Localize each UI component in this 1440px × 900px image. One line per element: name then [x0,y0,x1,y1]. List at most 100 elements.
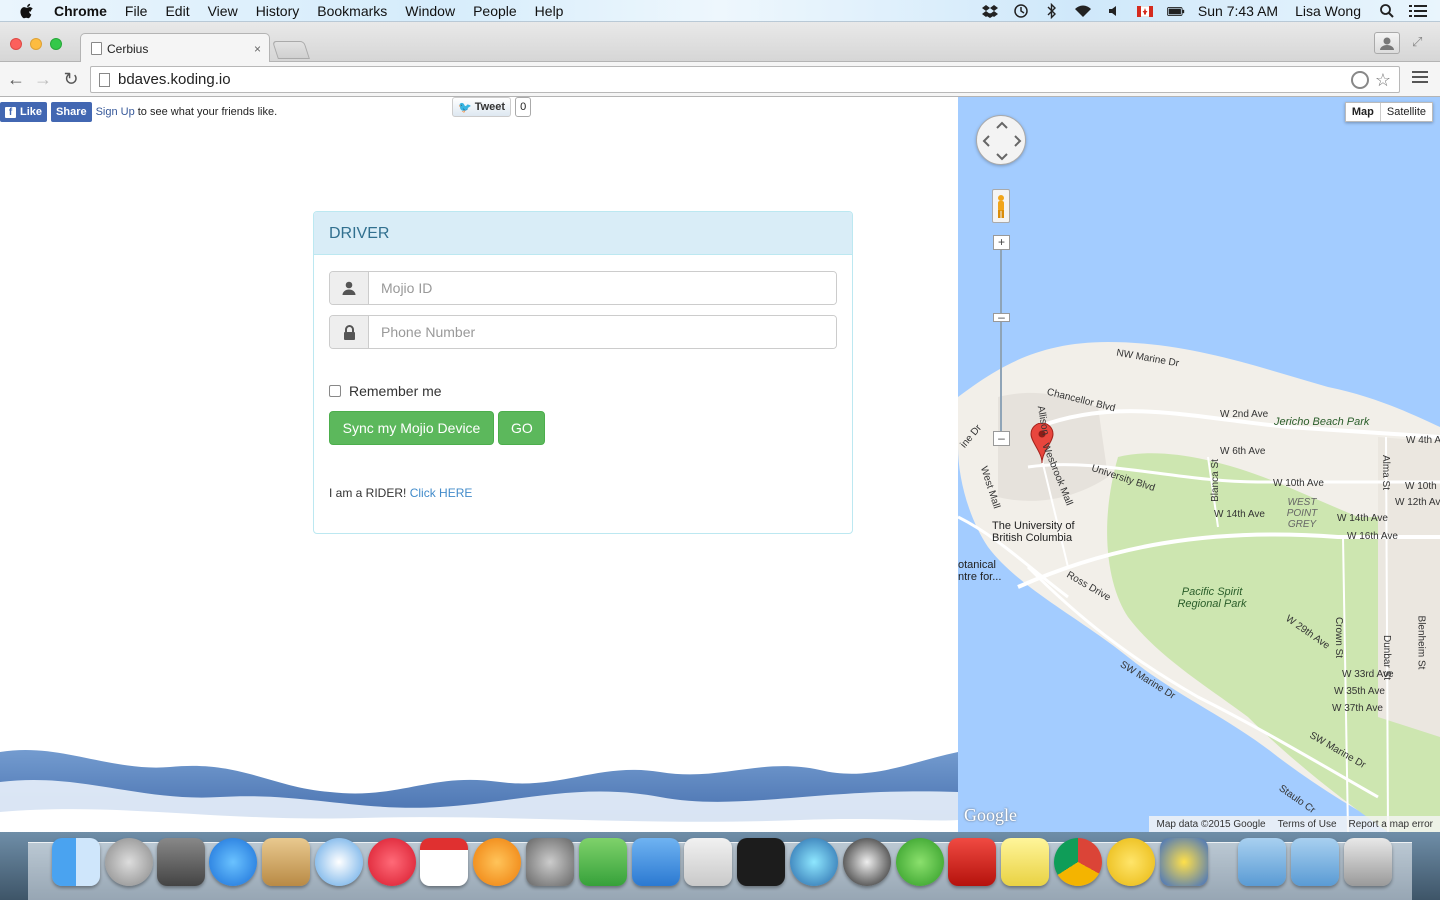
remember-me[interactable]: Remember me [329,383,442,399]
launchpad-icon[interactable] [105,838,153,886]
fb-signup-link[interactable]: Sign Up [96,106,135,118]
menu-view[interactable]: View [208,0,238,22]
time-machine-icon[interactable] [1012,4,1030,18]
sourcetree-icon[interactable] [790,838,838,886]
map-label: W 10th Ave [1273,478,1324,489]
mojio-id-group [329,271,837,305]
safari-icon[interactable] [315,838,363,886]
address-bar[interactable]: bdaves.koding.io ☆ [90,66,1400,93]
street-view-pegman-icon[interactable] [992,189,1010,223]
fullscreen-icon[interactable]: ⤢ [1412,34,1428,50]
fb-share-button[interactable]: Share [51,102,92,122]
panel-heading: DRIVER [314,212,852,255]
battery-icon[interactable] [1166,4,1185,18]
volume-icon[interactable] [1105,4,1123,18]
photo-booth-icon[interactable] [157,838,205,886]
canada-flag-icon[interactable] [1136,4,1154,18]
new-tab-button[interactable] [272,41,310,59]
clock[interactable]: Sun 7:43 AM [1198,3,1278,19]
dropbox-icon[interactable] [981,4,999,18]
contacts-icon[interactable] [262,838,310,886]
menu-edit[interactable]: Edit [165,0,189,22]
window-minimize-button[interactable] [30,38,42,50]
tweet-button[interactable]: 🐦 Tweet [452,97,512,117]
stickies-icon[interactable] [1001,838,1049,886]
map-type-control: Map Satellite [1344,102,1433,122]
wifi-icon[interactable] [1074,4,1092,18]
sync-mojio-device-button[interactable]: Sync my Mojio Device [329,411,494,445]
map-label: W 6th Ave [1220,446,1266,457]
zoom-slider-track[interactable] [1000,247,1002,445]
mojio-id-input[interactable] [369,272,836,304]
fb-like-button[interactable]: f Like [0,102,48,122]
map-type-satellite-button[interactable]: Satellite [1381,103,1432,121]
zoom-out-button[interactable]: – [993,431,1010,446]
menu-history[interactable]: History [256,0,300,22]
adobe-reader-icon[interactable] [948,838,996,886]
menu-app-chrome[interactable]: Chrome [54,0,107,22]
spotlight-search-icon[interactable] [1378,4,1396,18]
report-map-error-link[interactable]: Report a map error [1349,819,1433,830]
lock-icon [330,316,369,348]
menu-help[interactable]: Help [535,0,564,22]
profile-button[interactable] [1374,32,1400,54]
apple-menu-icon[interactable] [20,3,36,19]
cyberduck-icon[interactable] [1107,838,1155,886]
wunderkit-icon[interactable] [1160,838,1208,886]
zoom-in-button[interactable]: + [993,235,1010,250]
chrome-icon[interactable] [1054,838,1102,886]
map-label: Crown St [1333,616,1345,659]
tab-cerbius[interactable]: Cerbius × [80,33,270,63]
url-text[interactable]: bdaves.koding.io [118,71,231,88]
system-preferences-icon[interactable] [526,838,574,886]
bookmark-star-icon[interactable]: ☆ [1375,70,1391,91]
status-area: Sun 7:43 AM Lisa Wong [981,0,1440,22]
page-icon [91,42,102,55]
menu-window[interactable]: Window [405,0,455,22]
map-label: Alma St [1380,454,1392,491]
menu-file[interactable]: File [125,0,148,22]
itunes-icon[interactable] [368,838,416,886]
back-button[interactable]: ← [6,69,26,89]
applications-folder-icon[interactable] [1238,838,1286,886]
map-label: W 33rd Ave [1342,669,1394,680]
calendar-icon[interactable] [420,838,468,886]
reload-button[interactable]: ↻ [61,69,81,89]
google-map[interactable]: Map Satellite + – – NW Marine Dr Chancel… [958,97,1440,832]
phone-number-group [329,315,837,349]
finder-icon[interactable] [52,838,100,886]
pan-control[interactable] [976,115,1026,165]
terms-of-use-link[interactable]: Terms of Use [1278,819,1337,830]
menu-bookmarks[interactable]: Bookmarks [317,0,387,22]
window-zoom-button[interactable] [50,38,62,50]
bluetooth-icon[interactable] [1043,3,1061,19]
zoom-slider-handle[interactable]: – [993,311,1010,323]
google-logo[interactable]: Google [964,805,1017,826]
numbers-icon[interactable] [579,838,627,886]
forward-button[interactable]: → [33,69,53,89]
go-button[interactable]: GO [498,411,545,445]
rider-click-here-link[interactable]: Click HERE [410,486,473,500]
ibooks-icon[interactable] [473,838,521,886]
terminal-icon[interactable] [737,838,785,886]
map-land [958,342,1440,832]
pages-icon[interactable] [632,838,680,886]
preview-icon[interactable] [684,838,732,886]
remember-me-checkbox[interactable] [329,385,341,397]
menu-people[interactable]: People [473,0,517,22]
documents-folder-icon[interactable] [1291,838,1339,886]
dvd-player-icon[interactable] [843,838,891,886]
tab-close-icon[interactable]: × [254,42,261,56]
map-label: W 37th Ave [1332,703,1383,714]
location-icon[interactable] [1351,71,1369,89]
user-name[interactable]: Lisa Wong [1295,3,1361,19]
notification-center-icon[interactable] [1409,4,1427,18]
chrome-menu-icon[interactable] [1412,71,1428,86]
window-close-button[interactable] [10,38,22,50]
phone-number-input[interactable] [369,316,836,348]
map-label: Blanca St [1209,459,1221,502]
utorrent-icon[interactable] [896,838,944,886]
app-store-icon[interactable] [209,838,257,886]
map-type-map-button[interactable]: Map [1346,103,1381,121]
trash-icon[interactable] [1344,838,1392,886]
